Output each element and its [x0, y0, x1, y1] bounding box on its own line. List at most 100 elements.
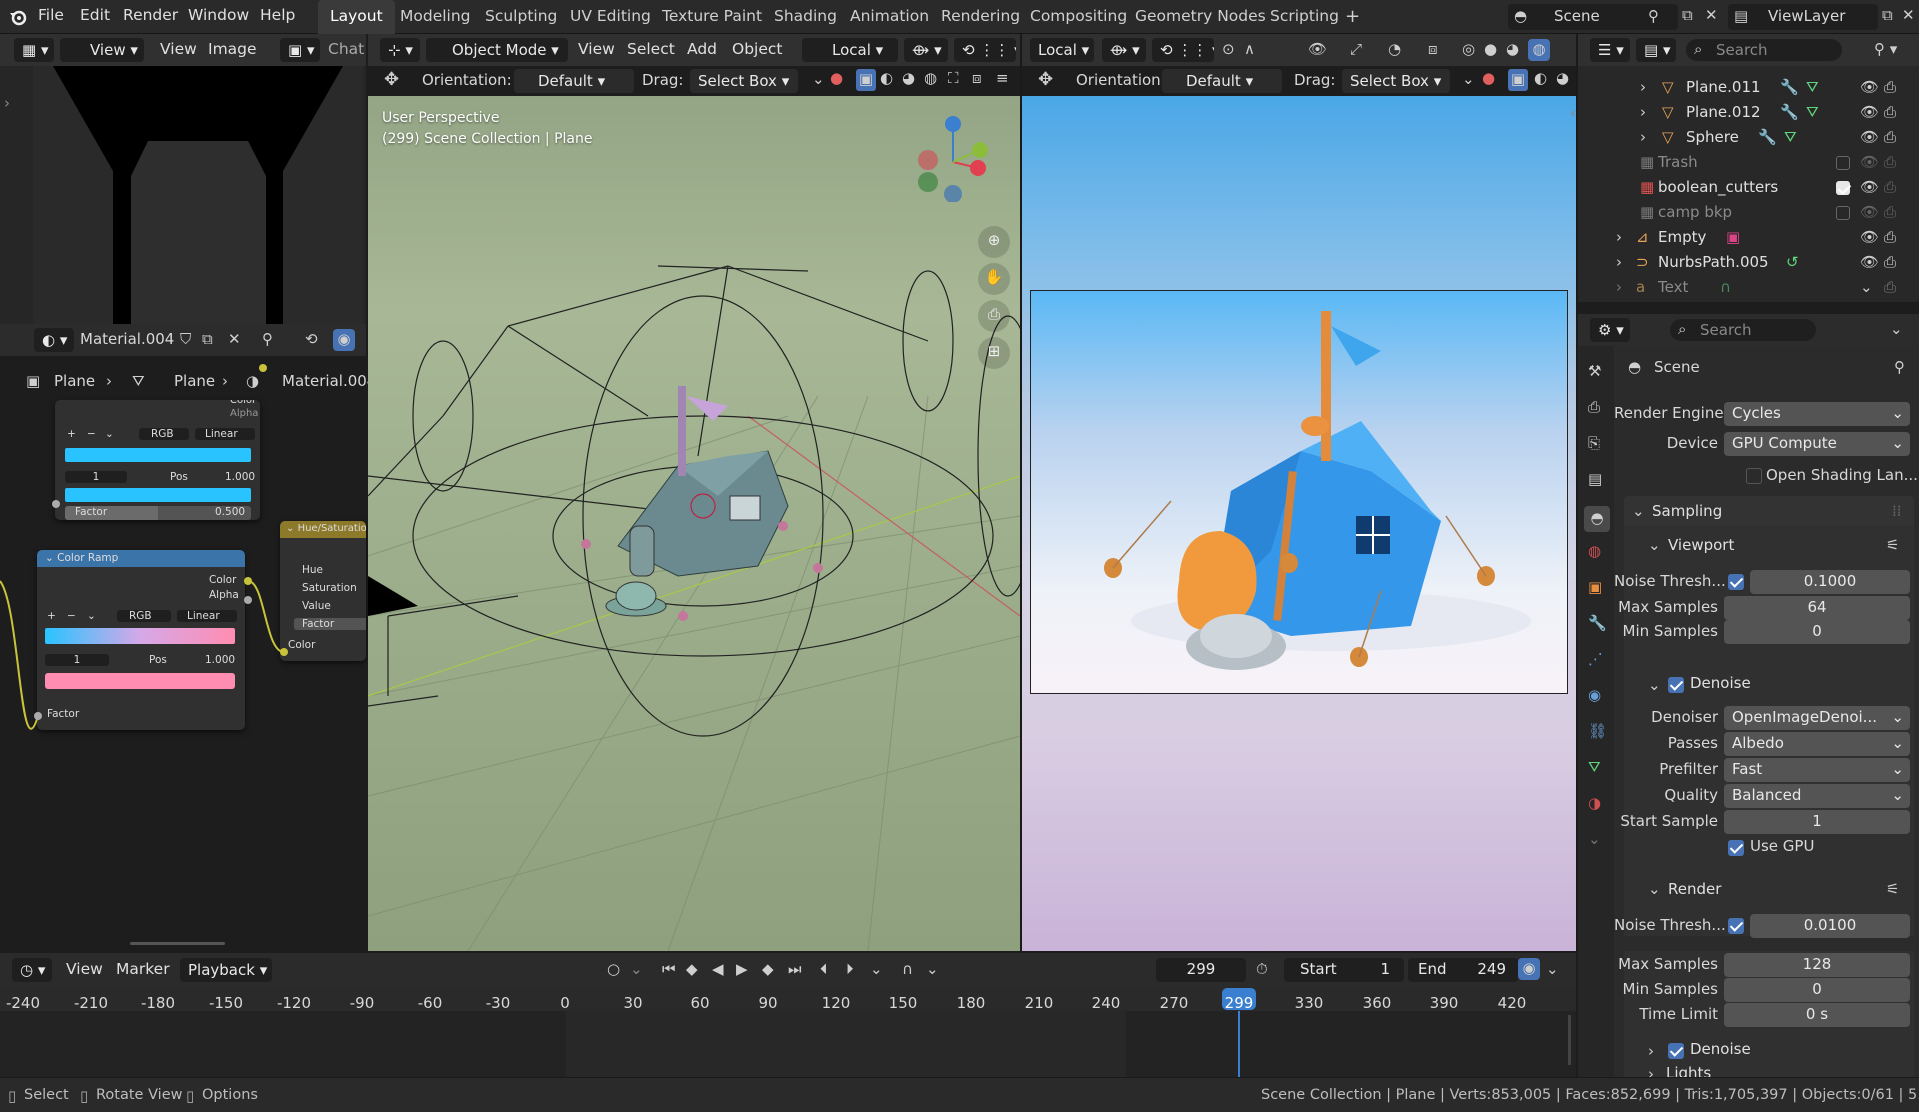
tree-item-label[interactable]: Sphere [1686, 128, 1739, 146]
scene-tab-icon[interactable]: ◓ [1584, 506, 1610, 532]
jump-start-icon[interactable]: ⏮ [662, 962, 676, 977]
list-item[interactable]: ▦ camp bkp 👁 ⎙ [1578, 201, 1919, 225]
orientation-select[interactable]: Default ▾ [514, 69, 634, 93]
current-frame-field[interactable]: 299 [1156, 958, 1246, 982]
mode-select[interactable]: Object Mode ▾ [426, 38, 568, 62]
data-tab-icon[interactable]: ⛛ [1588, 760, 1601, 775]
tree-item-label[interactable]: Text [1658, 278, 1688, 296]
playback-sync-icon[interactable]: ◉ [1518, 958, 1540, 980]
transform-space[interactable]: Local ▾ [802, 38, 898, 62]
chevron-right-icon[interactable]: › [1648, 1044, 1654, 1059]
menu-select[interactable]: Select [627, 40, 675, 58]
exclude-checkbox[interactable] [1836, 156, 1850, 170]
exclude-checkbox[interactable] [1836, 206, 1850, 220]
menu-file[interactable]: File [38, 6, 64, 24]
tree-item-label[interactable]: Plane.011 [1686, 78, 1761, 96]
list-item[interactable]: ▦ Trash 👁 ⎙ [1578, 151, 1919, 175]
proportional-icon[interactable]: ⊙ [1222, 42, 1235, 57]
visibility-icon[interactable]: 👁 [1308, 42, 1327, 57]
xray-icon[interactable]: ⧈ [972, 71, 982, 86]
menu-help[interactable]: Help [260, 6, 295, 24]
presets-icon[interactable]: ⚟ [1886, 882, 1899, 897]
render-transform-space[interactable]: Local ▾ [1030, 38, 1094, 62]
eye-icon[interactable]: 👁 [1860, 155, 1879, 170]
overlay-icon[interactable]: ◔ [1388, 42, 1401, 57]
new-scene-icon[interactable]: ⧉ [1682, 8, 1693, 23]
mesh-data-icon[interactable]: ⛛ [1784, 130, 1797, 145]
list-item[interactable]: › ▽ Plane.012 🔧 ⛛ 👁 ⎙ [1578, 101, 1919, 125]
tab-uv-editing[interactable]: UV Editing [558, 0, 663, 34]
camera-render-icon[interactable]: ⎙ [1884, 180, 1896, 195]
start-frame-field[interactable]: Start 1 [1284, 958, 1404, 982]
vp-max-field[interactable]: 64 [1724, 596, 1910, 620]
tree-item-label[interactable]: boolean_cutters [1658, 178, 1778, 196]
navigation-gizmo[interactable] [908, 112, 998, 202]
list-item[interactable]: › ⊃ NurbsPath.005 ↺ 👁 ⎙ [1578, 251, 1919, 275]
viewport-editor-type[interactable]: ⊹ ▾ [380, 38, 420, 62]
playhead-handle[interactable] [1222, 988, 1256, 1010]
timeline-scrollbar[interactable] [1568, 1015, 1571, 1065]
world-tab-icon[interactable]: ◍ [1588, 544, 1601, 559]
list-item[interactable]: › ▽ Sphere 🔧 ⛛ 👁 ⎙ [1578, 126, 1919, 150]
modifier-icon[interactable]: 🔧 [1780, 80, 1799, 95]
render-engine-select[interactable]: Cycles ⌄ [1724, 402, 1910, 426]
chevron-down-icon[interactable]: ⌄ [812, 72, 825, 87]
image-mode-button[interactable]: View ▾ [60, 38, 144, 62]
playhead-line[interactable] [1238, 1011, 1240, 1077]
render-subpanel-title[interactable]: Render [1668, 880, 1721, 898]
overlay-icon[interactable]: ⛶ [948, 71, 959, 86]
chevron-down-icon[interactable]: ⌄ [926, 962, 939, 977]
unlink-material-icon[interactable]: ✕ [228, 332, 241, 347]
denoise2-subpanel-title[interactable]: Denoise [1690, 1040, 1751, 1058]
node-canvas[interactable]: ▣ Plane › ⛛ Plane › ◑ Material.004 Color… [0, 356, 376, 945]
shading-material-icon[interactable]: ◕ [1556, 71, 1569, 86]
end-frame-field[interactable]: End 249 [1408, 958, 1518, 982]
tab-sculpting[interactable]: Sculpting [473, 0, 569, 34]
denoiser-select[interactable]: OpenImageDenoi... ⌄ [1724, 706, 1910, 730]
camera-render-icon[interactable]: ⎙ [1884, 105, 1896, 120]
chevron-right-icon[interactable]: › [1616, 255, 1622, 270]
camera-icon[interactable]: ⎙ [978, 300, 1010, 332]
tab-layout[interactable]: Layout [318, 0, 395, 34]
osl-checkbox[interactable] [1746, 468, 1762, 484]
image-canvas[interactable]: › [0, 66, 366, 324]
pin-node-icon[interactable]: ⚲ [262, 332, 273, 347]
shading-solid-icon[interactable]: ◐ [1534, 71, 1547, 86]
pivot-select[interactable]: ⟴ ▾ [904, 38, 948, 62]
scroll-indicator[interactable] [130, 942, 225, 945]
vp-min-field[interactable]: 0 [1724, 620, 1910, 644]
tab-texture-paint[interactable]: Texture Paint [650, 0, 774, 34]
render-tab-icon[interactable]: ⎙ [1588, 400, 1600, 415]
play-icon[interactable]: ▶ [736, 962, 748, 977]
eye-icon[interactable]: 👁 [1860, 105, 1879, 120]
gizmo-icon[interactable]: ⤢ [1350, 42, 1362, 57]
eye-icon[interactable]: 👁 [1860, 255, 1879, 270]
render-viewport[interactable]: ‹ [1022, 96, 1576, 951]
mesh-data-icon[interactable]: ⛛ [1806, 80, 1819, 95]
menu-view[interactable]: View [66, 960, 103, 978]
camera-render-icon[interactable]: ⎙ [1884, 205, 1896, 220]
list-item[interactable]: ▦ boolean_cutters 👁 ⎙ [1578, 176, 1919, 200]
playback-menu[interactable]: Playback ▾ [180, 958, 272, 982]
tab-scripting[interactable]: Scripting [1258, 0, 1351, 34]
render-snap-toggle[interactable]: ⟲ ⋮⋮ ▾ [1152, 38, 1214, 62]
tree-item-label[interactable]: Trash [1658, 153, 1698, 171]
camera-render-icon[interactable]: ⎙ [1884, 230, 1896, 245]
r-time-field[interactable]: 0 s [1724, 1003, 1910, 1027]
denoise-checkbox[interactable] [1668, 677, 1684, 693]
filter-icon[interactable]: ⚲ ▾ [1874, 42, 1897, 57]
drag-handle-icon[interactable]: ⁞⁞ [1892, 504, 1902, 519]
menu-view[interactable]: View [578, 40, 615, 58]
delete-scene-icon[interactable]: ✕ [1705, 8, 1718, 23]
select-mode-icon[interactable]: ▣ [856, 69, 876, 91]
menu-object[interactable]: Object [732, 40, 782, 58]
transform-tool-icon[interactable]: ✥ [1038, 71, 1053, 89]
vp-noise-checkbox[interactable] [1728, 574, 1744, 590]
view-layer-tab-icon[interactable]: ▤ [1588, 472, 1602, 487]
menu-render[interactable]: Render [123, 6, 178, 24]
chevron-right-icon[interactable]: › [1640, 105, 1646, 120]
camera-render-icon[interactable]: ⎙ [1884, 280, 1896, 295]
presets-icon[interactable]: ⚟ [1886, 538, 1899, 553]
chevron-down-icon[interactable]: ⌄ [1860, 280, 1873, 295]
chevron-down-icon[interactable]: ⌄ [1890, 322, 1903, 337]
